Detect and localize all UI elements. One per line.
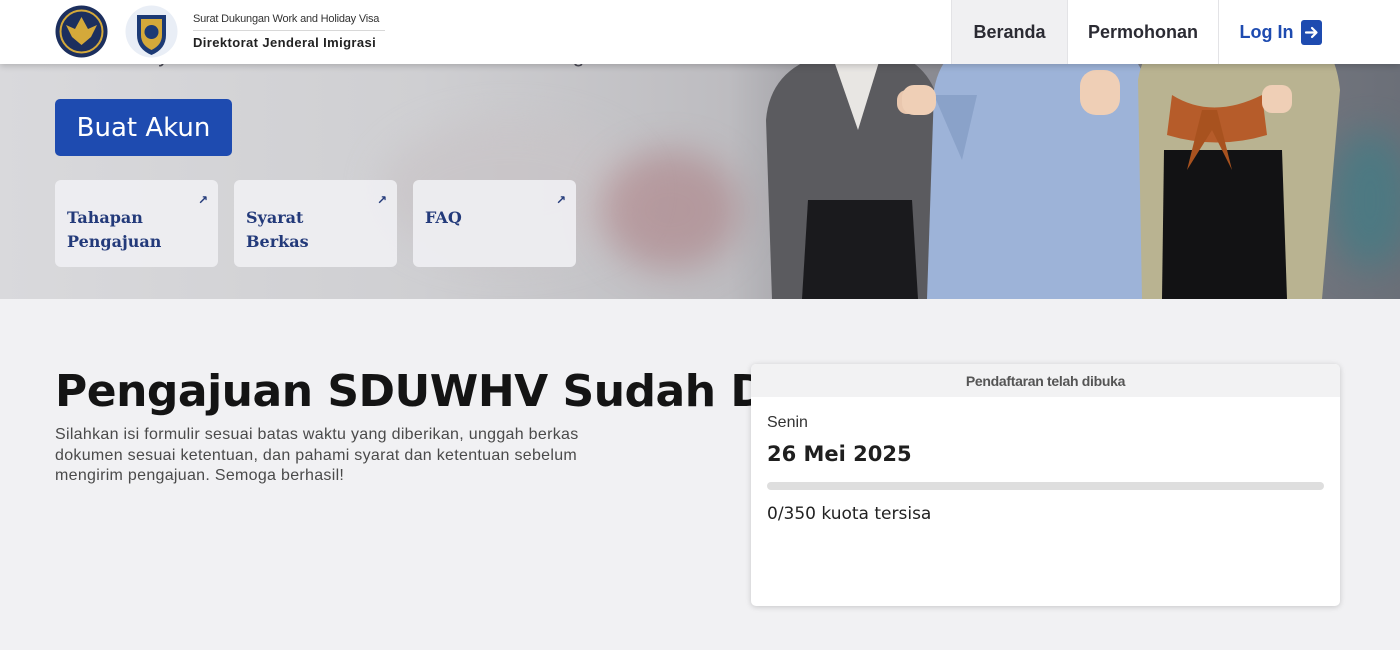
- login-arrow-icon: [1301, 19, 1323, 45]
- quota-text: 0/350 kuota tersisa: [767, 504, 932, 524]
- card-label: Syarat Berkas: [246, 208, 309, 251]
- status-card-header: Pendaftaran telah dibuka: [751, 364, 1340, 397]
- external-link-icon: ↗: [376, 193, 387, 207]
- login-button[interactable]: Log In: [1219, 0, 1343, 64]
- brand-divider: [193, 30, 385, 31]
- brand-title: Direktorat Jenderal Imigrasi: [193, 35, 377, 50]
- brand-subtitle: Surat Dukungan Work and Holiday Visa: [193, 13, 380, 25]
- external-link-icon: ↗: [555, 193, 566, 207]
- top-navbar: Surat Dukungan Work and Holiday Visa Dir…: [0, 0, 1400, 64]
- create-account-button[interactable]: Buat Akun: [55, 99, 232, 156]
- nav-label: Beranda: [973, 21, 1046, 42]
- card-syarat-berkas[interactable]: ↗ Syarat Berkas: [234, 180, 397, 267]
- quota-progress-bar: [767, 482, 1324, 490]
- registration-status-card: Pendaftaran telah dibuka Senin 26 Mei 20…: [751, 364, 1340, 606]
- hero-background-blur: [600, 150, 740, 270]
- status-date: 26 Mei 2025: [767, 442, 912, 466]
- external-link-icon: ↗: [197, 193, 208, 207]
- page-description: Silahkan isi formulir sesuai batas waktu…: [55, 426, 579, 484]
- card-tahapan-pengajuan[interactable]: ↗ Tahapan Pengajuan: [55, 180, 218, 267]
- nav-label: Log In: [1239, 21, 1294, 42]
- imigrasi-logo-icon: [125, 5, 178, 58]
- nav-permohonan[interactable]: Permohonan: [1068, 0, 1219, 64]
- card-label: FAQ: [425, 208, 462, 227]
- nav-label: Permohonan: [1087, 21, 1198, 42]
- garuda-emblem-icon: [55, 5, 108, 58]
- card-faq[interactable]: ↗ FAQ: [413, 180, 576, 267]
- nav-beranda[interactable]: Beranda: [951, 0, 1068, 64]
- status-day: Senin: [767, 414, 808, 431]
- card-label: Tahapan Pengajuan: [67, 208, 162, 251]
